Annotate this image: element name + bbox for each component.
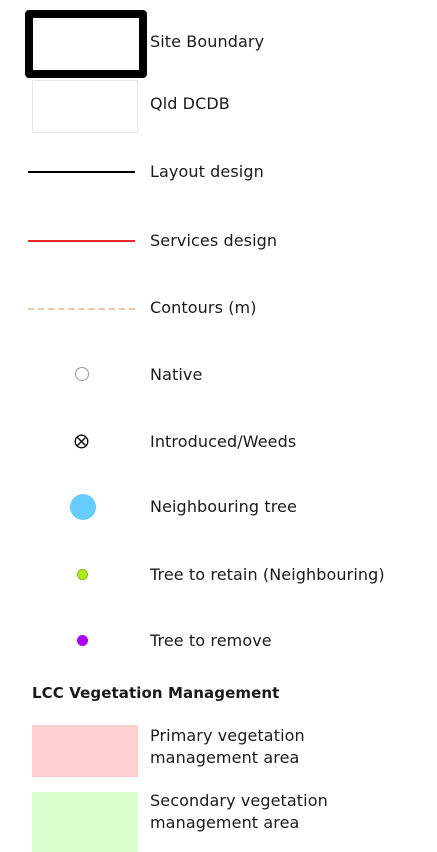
legend-item-tree-to-remove: Tree to remove [0,616,437,666]
legend-label-tree-to-remove: Tree to remove [150,631,272,650]
legend-item-native: Native [0,350,437,400]
legend-item-neighbouring-tree: Neighbouring tree [0,482,437,532]
services-line [28,240,135,242]
legend-item-primary-vegetation: Primary vegetation management area [0,724,437,780]
legend-item-services-design: Services design [0,216,437,266]
dcdb-symbol [22,79,140,133]
services-design-symbol [22,216,140,266]
weeds-symbol [22,417,140,467]
site-boundary-symbol [22,10,147,78]
legend-item-introduced-weeds: Introduced/Weeds [0,417,437,467]
large-filled-circle-icon [70,494,96,520]
legend-label-secondary-vegetation: Secondary vegetation management area [150,790,410,840]
layout-design-symbol [22,147,140,197]
legend-item-layout-design: Layout design [0,147,437,197]
tree-to-retain-symbol [22,550,140,600]
legend-item-secondary-vegetation: Secondary vegetation management area [0,789,437,852]
vegetation-section-title: LCC Vegetation Management [32,684,280,702]
hollow-circle-icon [75,367,89,381]
legend-label-contours: Contours (m) [150,298,257,317]
legend-label-neighbouring-tree: Neighbouring tree [150,497,297,516]
legend-label-site-boundary: Site Boundary [150,32,265,51]
site-boundary-box [25,10,147,78]
primary-vegetation-line1: Primary vegetation [150,726,305,745]
primary-vegetation-symbol [22,724,140,777]
circled-x-icon [74,434,89,449]
map-legend: Site Boundary Qld DCDB Layout design Ser… [0,0,437,852]
secondary-vegetation-symbol [22,789,140,852]
native-symbol [22,350,140,400]
legend-label-services-design: Services design [150,231,278,250]
purple-dot-icon [77,635,88,646]
legend-item-contours: Contours (m) [0,283,437,333]
legend-label-tree-to-retain: Tree to retain (Neighbouring) [150,565,385,584]
legend-item-site-boundary: Site Boundary [0,10,437,78]
legend-item-qld-dcdb: Qld DCDB [0,79,437,133]
primary-vegetation-line2: management area [150,748,300,767]
legend-item-tree-to-retain: Tree to retain (Neighbouring) [0,550,437,600]
legend-label-native: Native [150,365,203,384]
legend-label-qld-dcdb: Qld DCDB [150,94,230,113]
layout-line [28,171,135,173]
neighbouring-tree-symbol [22,482,140,532]
secondary-vegetation-line1: Secondary vegetation [150,791,328,810]
tree-to-remove-symbol [22,616,140,666]
legend-label-layout-design: Layout design [150,162,264,181]
secondary-vegetation-swatch [32,792,138,852]
green-dot-icon [77,569,88,580]
primary-vegetation-swatch [32,725,138,777]
contours-symbol [22,283,140,333]
legend-label-introduced-weeds: Introduced/Weeds [150,432,297,451]
contours-line [28,308,135,310]
legend-label-primary-vegetation: Primary vegetation management area [150,725,410,775]
secondary-vegetation-line2: management area [150,813,300,832]
dcdb-box [32,80,138,133]
